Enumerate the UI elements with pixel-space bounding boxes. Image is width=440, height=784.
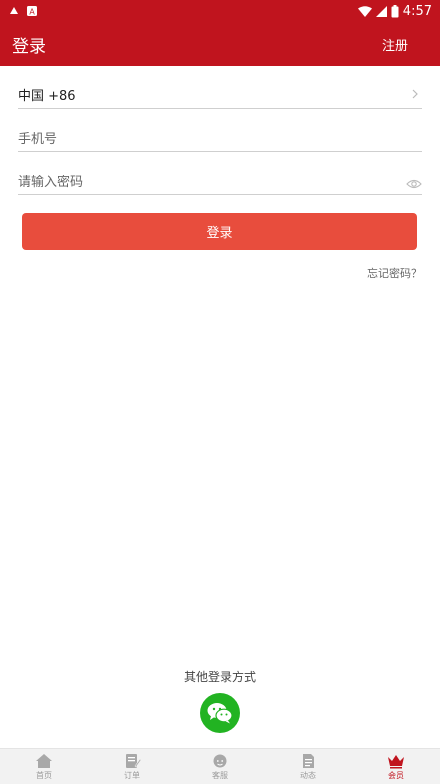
nav-label: 订单 xyxy=(124,770,140,780)
country-code-selector[interactable]: 中国 +86 xyxy=(18,82,422,109)
phone-field xyxy=(18,109,422,152)
phone-input[interactable] xyxy=(18,132,378,147)
country-code-value: 中国 +86 xyxy=(18,89,76,104)
status-left: A xyxy=(8,5,38,17)
app-bar: 登录 注册 xyxy=(0,22,440,66)
wechat-icon xyxy=(207,703,233,724)
wechat-login-button[interactable] xyxy=(200,693,240,733)
nav-label: 会员 xyxy=(388,770,404,780)
status-right: 4:57 xyxy=(357,3,432,19)
forgot-password-link[interactable]: 忘记密码？ xyxy=(367,265,422,281)
notification-app-icon xyxy=(10,7,18,14)
bottom-nav: 首页 订单 客服 动态 会员 xyxy=(0,748,440,784)
cell-signal-icon xyxy=(375,5,387,17)
other-login-title: 其他登录方式 xyxy=(183,670,256,684)
nav-item-orders[interactable]: 订单 xyxy=(88,749,176,784)
status-time: 4:57 xyxy=(402,3,432,19)
password-field xyxy=(18,152,422,195)
nav-item-home[interactable]: 首页 xyxy=(0,749,88,784)
login-form: 中国 +86 xyxy=(18,82,422,195)
wifi-icon xyxy=(357,5,372,17)
register-button[interactable]: 注册 xyxy=(382,35,426,54)
status-bar: A 4:57 xyxy=(0,0,440,22)
order-icon xyxy=(126,753,141,768)
login-button[interactable]: 登录 xyxy=(22,213,417,250)
page-title: 登录 xyxy=(12,36,46,57)
news-icon xyxy=(303,753,314,768)
notification-a-icon: A xyxy=(27,6,37,17)
battery-icon xyxy=(391,4,399,17)
show-password-eye-icon[interactable] xyxy=(406,178,422,190)
nav-item-member[interactable]: 会员 xyxy=(352,749,440,784)
nav-label: 首页 xyxy=(36,770,52,780)
nav-label: 客服 xyxy=(212,770,228,780)
password-input[interactable] xyxy=(18,175,378,190)
nav-item-customer-service[interactable]: 客服 xyxy=(176,749,264,784)
nav-label: 动态 xyxy=(300,770,316,780)
home-icon xyxy=(36,753,52,768)
crown-icon xyxy=(388,754,404,768)
customer-service-icon xyxy=(213,754,227,767)
nav-item-news[interactable]: 动态 xyxy=(264,749,352,784)
svg-text:A: A xyxy=(29,8,35,17)
chevron-right-icon xyxy=(412,89,418,99)
